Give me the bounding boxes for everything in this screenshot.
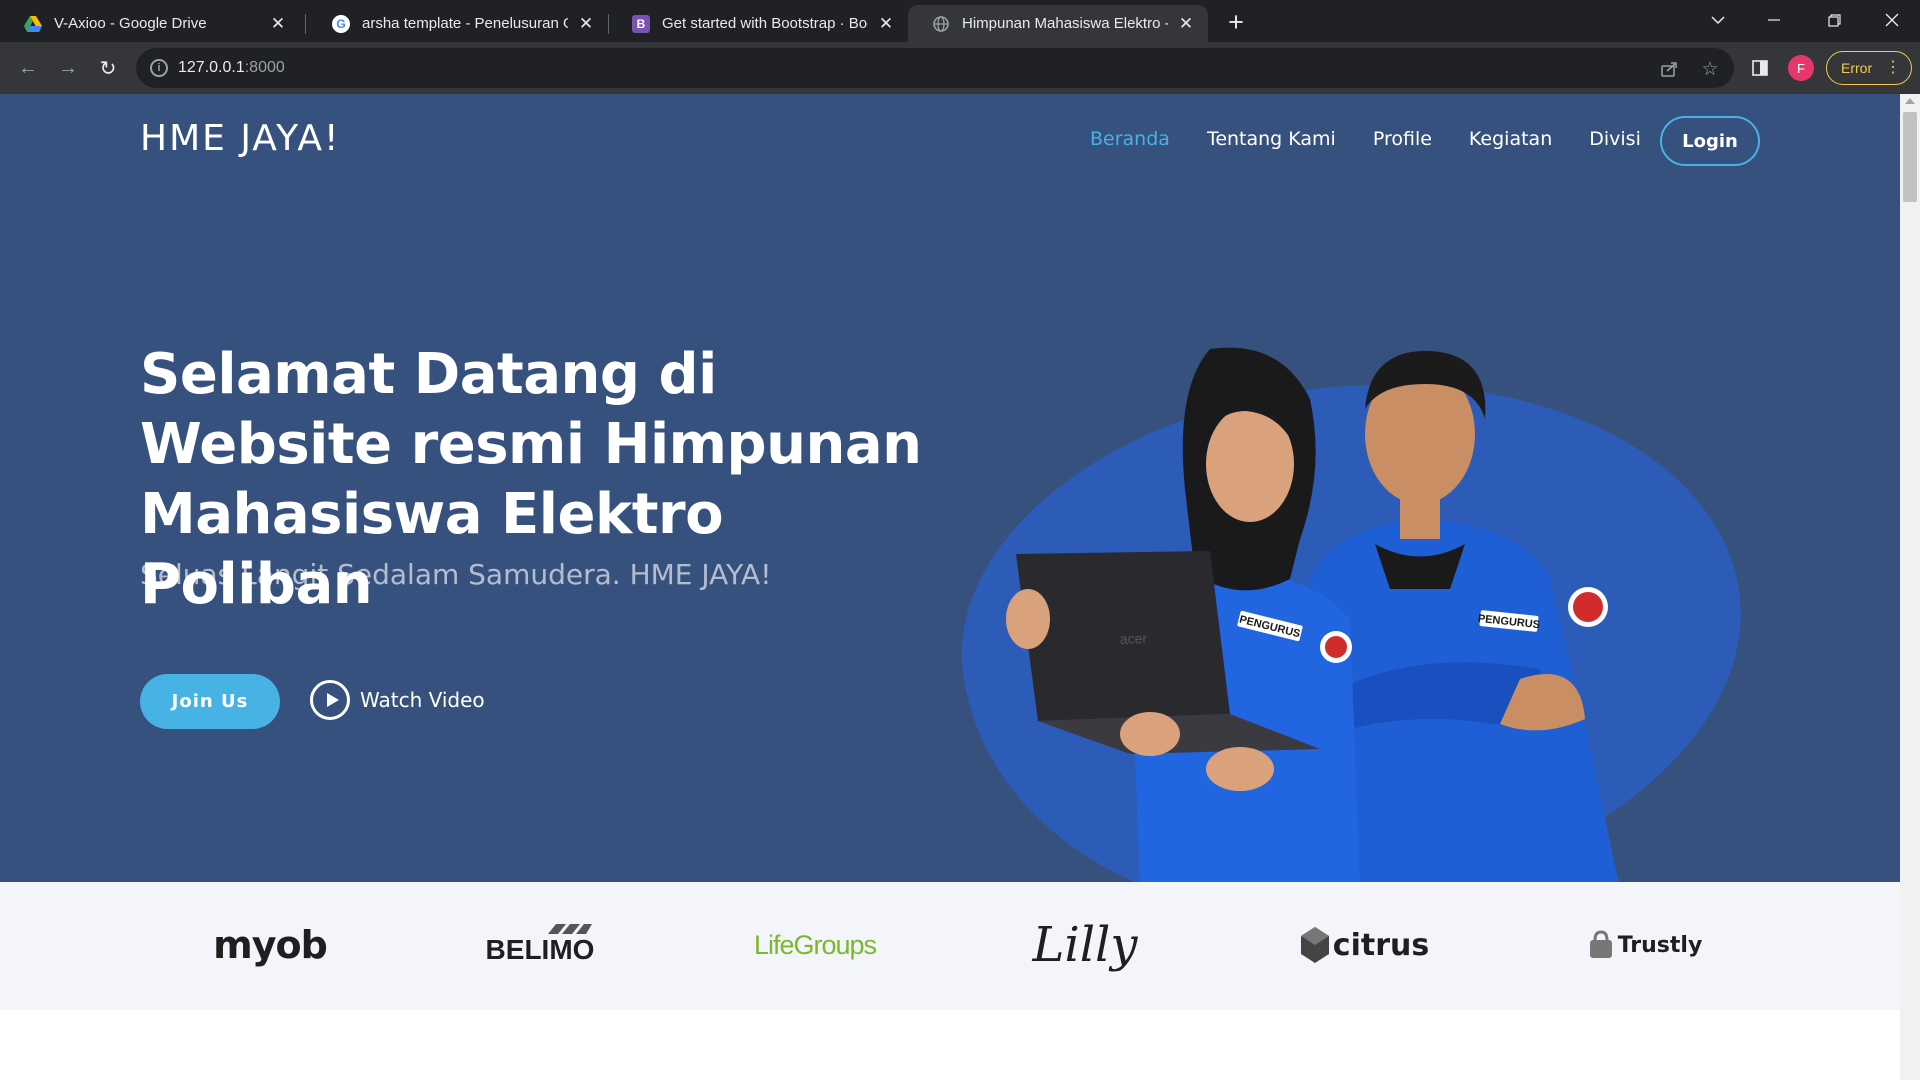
client-logo-lifegroups: LifeGroups — [753, 929, 877, 960]
hero-section: HME JAYA! Beranda Tentang Kami Profile K… — [0, 94, 1900, 882]
restore-button[interactable] — [1806, 0, 1862, 40]
citrus-mark-icon — [1300, 927, 1329, 963]
tab-search-chevron-icon[interactable] — [1690, 0, 1746, 40]
tab-bootstrap[interactable]: B Get started with Bootstrap · Boot ✕ — [608, 5, 908, 42]
browser-tabstrip: V-Axioo - Google Drive ✕ G arsha templat… — [0, 0, 1920, 42]
join-us-button[interactable]: Join Us — [140, 674, 280, 729]
side-panel-icon[interactable] — [1746, 54, 1774, 82]
tab-title: Himpunan Mahasiswa Elektro - P — [962, 15, 1168, 32]
svg-text:acer: acer — [1120, 630, 1148, 647]
login-button[interactable]: Login — [1660, 116, 1760, 166]
hero-subtitle: Seluas Langit Sedalam Samudera. HME JAYA… — [140, 558, 772, 591]
main-nav: Beranda Tentang Kami Profile Kegiatan Di… — [1090, 128, 1641, 150]
tab-google-drive[interactable]: V-Axioo - Google Drive ✕ — [0, 5, 300, 42]
browser-toolbar: ← → ↻ i 127.0.0.1:8000 ☆ F Error ⋮ — [0, 42, 1920, 94]
play-icon — [310, 680, 350, 720]
nav-item-divisi[interactable]: Divisi — [1589, 128, 1641, 150]
client-logo-citrus: citrus — [1300, 912, 1430, 978]
tab-title: Get started with Bootstrap · Boot — [662, 15, 868, 32]
site-logo[interactable]: HME JAYA! — [140, 118, 340, 159]
tab-google-search[interactable]: G arsha template - Penelusuran Go ✕ — [308, 5, 608, 42]
profile-avatar[interactable]: F — [1788, 55, 1814, 81]
tab-title: V-Axioo - Google Drive — [54, 15, 207, 32]
new-tab-button[interactable]: + — [1222, 7, 1250, 37]
client-logo-trustly: Trustly — [1575, 912, 1715, 978]
nav-item-tentang-kami[interactable]: Tentang Kami — [1207, 128, 1336, 150]
google-drive-icon — [24, 15, 42, 33]
close-tab-icon[interactable]: ✕ — [268, 14, 288, 34]
watch-video-label: Watch Video — [360, 688, 485, 712]
page-viewport: HME JAYA! Beranda Tentang Kami Profile K… — [0, 94, 1920, 1080]
url-text[interactable]: 127.0.0.1:8000 — [178, 59, 285, 77]
watch-video-button[interactable]: Watch Video — [310, 680, 485, 720]
belimo-mark-icon — [548, 924, 592, 934]
client-logo-myob: myob — [213, 923, 328, 967]
site-info-icon[interactable]: i — [150, 59, 168, 77]
error-label: Error — [1841, 60, 1873, 76]
globe-icon — [932, 15, 950, 33]
client-logo-belimo: BELIMO — [475, 912, 605, 978]
client-logo-lilly: Lilly — [1032, 917, 1138, 973]
hero-students-image: PENGURUS PENGURUS acer — [1006, 347, 1619, 882]
bootstrap-icon: B — [632, 14, 650, 33]
close-window-button[interactable] — [1864, 0, 1920, 40]
more-menu-icon[interactable]: ⋮ — [1885, 58, 1901, 78]
error-button[interactable]: Error ⋮ — [1826, 51, 1912, 85]
page-scrollbar[interactable] — [1900, 94, 1920, 1080]
share-icon[interactable] — [1658, 57, 1682, 81]
tab-separator — [305, 14, 306, 34]
scrollbar-thumb[interactable] — [1903, 112, 1917, 202]
clients-section: myob BELIMO LifeGroups Lilly citrus Trus… — [0, 882, 1900, 1010]
nav-item-beranda[interactable]: Beranda — [1090, 128, 1170, 150]
address-bar[interactable]: i 127.0.0.1:8000 ☆ — [136, 48, 1734, 88]
nav-item-kegiatan[interactable]: Kegiatan — [1469, 128, 1552, 150]
close-tab-icon[interactable]: ✕ — [1176, 14, 1196, 34]
forward-arrow-icon[interactable]: → — [54, 54, 82, 82]
close-tab-icon[interactable]: ✕ — [876, 14, 896, 34]
reload-icon[interactable]: ↻ — [94, 54, 122, 82]
back-arrow-icon[interactable]: ← — [14, 54, 42, 82]
minimize-button[interactable] — [1746, 0, 1802, 40]
trustly-bag-icon — [1589, 930, 1612, 958]
bookmark-star-icon[interactable]: ☆ — [1698, 57, 1722, 81]
close-tab-icon[interactable]: ✕ — [576, 14, 596, 34]
nav-item-profile[interactable]: Profile — [1373, 128, 1432, 150]
google-icon: G — [332, 14, 350, 33]
tab-himpunan-active[interactable]: Himpunan Mahasiswa Elektro - P ✕ — [908, 5, 1208, 42]
scroll-up-arrow-icon[interactable] — [1905, 98, 1915, 104]
tab-title: arsha template - Penelusuran Go — [362, 15, 568, 32]
